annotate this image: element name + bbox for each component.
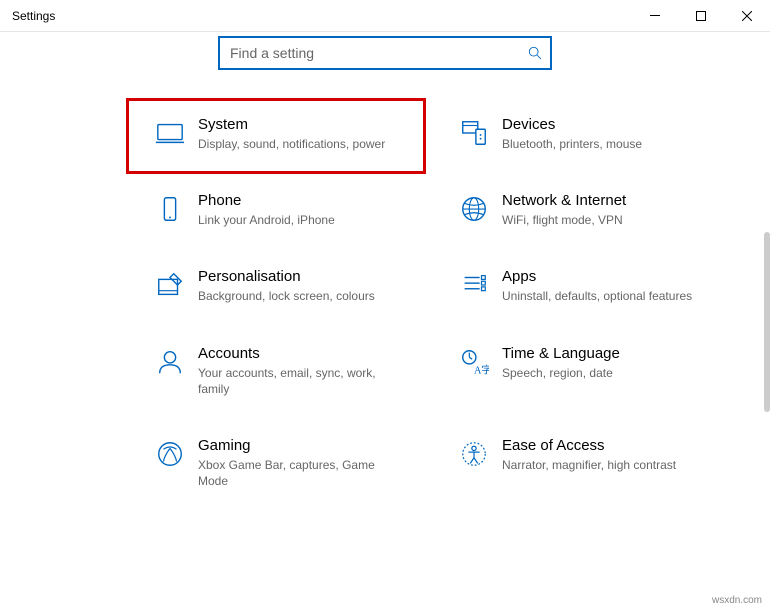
category-sub: Bluetooth, printers, mouse (502, 136, 642, 152)
phone-icon (148, 192, 192, 228)
category-title: Gaming (198, 437, 406, 454)
category-gaming[interactable]: Gaming Xbox Game Bar, captures, Game Mod… (126, 419, 426, 511)
category-phone[interactable]: Phone Link your Android, iPhone (126, 174, 426, 250)
category-title: Network & Internet (502, 192, 626, 209)
category-title: Ease of Access (502, 437, 676, 454)
titlebar: Settings (0, 0, 770, 32)
close-button[interactable] (724, 0, 770, 32)
category-title: Devices (502, 116, 642, 133)
category-title: Phone (198, 192, 335, 209)
category-sub: Uninstall, defaults, optional features (502, 288, 692, 304)
category-title: Apps (502, 268, 692, 285)
category-apps[interactable]: Apps Uninstall, defaults, optional featu… (430, 250, 730, 326)
close-icon (742, 11, 752, 21)
category-personalisation[interactable]: Personalisation Background, lock screen,… (126, 250, 426, 326)
search-input[interactable] (220, 45, 520, 61)
svg-text:A字: A字 (474, 363, 489, 376)
category-system[interactable]: System Display, sound, notifications, po… (126, 98, 426, 174)
category-network[interactable]: Network & Internet WiFi, flight mode, VP… (430, 174, 730, 250)
category-accounts[interactable]: Accounts Your accounts, email, sync, wor… (126, 327, 426, 419)
category-sub: Your accounts, email, sync, work, family (198, 365, 406, 397)
minimize-button[interactable] (632, 0, 678, 32)
watermark: wsxdn.com (712, 595, 762, 606)
window-title: Settings (0, 9, 632, 23)
maximize-button[interactable] (678, 0, 724, 32)
category-sub: Narrator, magnifier, high contrast (502, 457, 676, 473)
category-title: Personalisation (198, 268, 375, 285)
apps-icon (452, 268, 496, 304)
category-sub: Link your Android, iPhone (198, 212, 335, 228)
category-ease-of-access[interactable]: Ease of Access Narrator, magnifier, high… (430, 419, 730, 511)
category-sub: Speech, region, date (502, 365, 620, 381)
gaming-icon (148, 437, 192, 489)
search-container (0, 32, 770, 98)
category-sub: Background, lock screen, colours (198, 288, 375, 304)
category-devices[interactable]: Devices Bluetooth, printers, mouse (430, 98, 730, 174)
category-title: Accounts (198, 345, 406, 362)
accounts-icon (148, 345, 192, 397)
time-language-icon: A字 (452, 345, 496, 397)
search-box[interactable] (218, 36, 552, 70)
search-icon (520, 46, 550, 60)
system-icon (148, 116, 192, 152)
minimize-icon (650, 15, 660, 16)
devices-icon (452, 116, 496, 152)
personalisation-icon (148, 268, 192, 304)
categories-grid: System Display, sound, notifications, po… (0, 98, 770, 511)
ease-of-access-icon (452, 437, 496, 489)
category-sub: Xbox Game Bar, captures, Game Mode (198, 457, 406, 489)
category-sub: WiFi, flight mode, VPN (502, 212, 626, 228)
category-title: System (198, 116, 385, 133)
content-area: System Display, sound, notifications, po… (0, 32, 770, 609)
scrollbar-thumb[interactable] (764, 232, 770, 412)
globe-icon (452, 192, 496, 228)
category-time-language[interactable]: A字 Time & Language Speech, region, date (430, 327, 730, 419)
category-title: Time & Language (502, 345, 620, 362)
maximize-icon (696, 11, 706, 21)
category-sub: Display, sound, notifications, power (198, 136, 385, 152)
